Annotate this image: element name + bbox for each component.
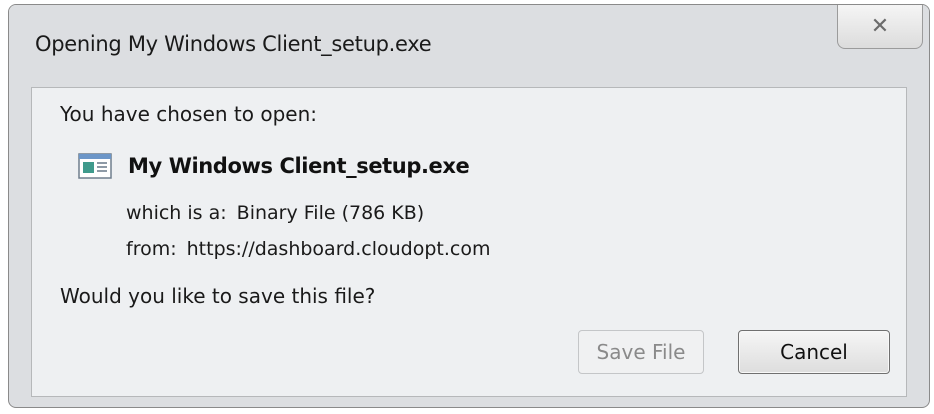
close-button[interactable]: ✕ — [837, 5, 923, 49]
file-source-label: from: — [126, 238, 177, 260]
save-file-button[interactable]: Save File — [578, 330, 704, 374]
dialog-content: You have chosen to open: My Windows Clie… — [31, 87, 907, 397]
file-row: My Windows Client_setup.exe — [78, 152, 470, 180]
download-dialog: Opening My Windows Client_setup.exe ✕ Yo… — [8, 4, 930, 408]
file-name: My Windows Client_setup.exe — [128, 154, 470, 178]
file-source-url: https://dashboard.cloudopt.com — [186, 238, 491, 260]
close-icon: ✕ — [870, 13, 890, 39]
file-source-line: from: https://dashboard.cloudopt.com — [126, 238, 491, 260]
dialog-title: Opening My Windows Client_setup.exe — [35, 32, 432, 56]
file-type-value: Binary File (786 KB) — [236, 202, 425, 224]
cancel-button[interactable]: Cancel — [738, 330, 890, 374]
title-bar: Opening My Windows Client_setup.exe ✕ — [9, 5, 929, 87]
save-question: Would you like to save this file? — [60, 284, 376, 308]
application-window-icon — [78, 153, 112, 179]
open-prompt-text: You have chosen to open: — [60, 102, 318, 126]
file-type-label: which is a: — [126, 202, 227, 224]
file-type-line: which is a: Binary File (786 KB) — [126, 202, 424, 224]
